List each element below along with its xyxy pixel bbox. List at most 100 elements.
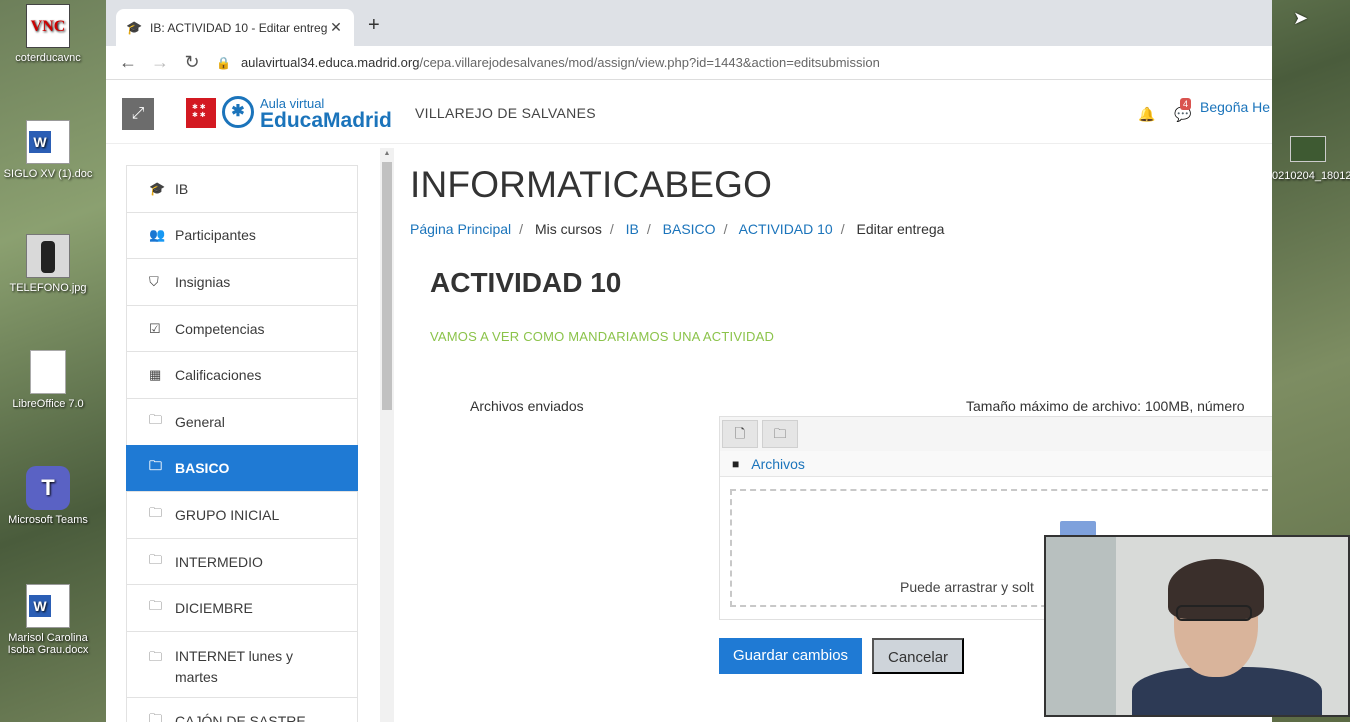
nav-label: IB <box>175 180 189 197</box>
graduation-cap-icon: 🎓 <box>126 19 143 35</box>
desktop-icon-marisol-doc[interactable]: W Marisol Carolina Isoba Grau.docx <box>0 584 96 656</box>
nav-item-participantes[interactable]: 👥 Participantes <box>126 211 358 259</box>
url-field[interactable]: 🔒 aulavirtual34.educa.madrid.org /cepa.v… <box>216 55 880 70</box>
shield-icon: ⛉ <box>149 273 159 289</box>
nav-label: Insignias <box>175 273 231 290</box>
nav-item-competencias[interactable]: ☑ Competencias <box>126 304 358 352</box>
libreoffice-icon <box>30 350 66 394</box>
nav-item-general[interactable]: 🗀 General <box>126 397 358 445</box>
lock-icon: 🔒 <box>216 55 231 70</box>
logo-title[interactable]: EducaMadrid <box>260 109 392 133</box>
nav-item-intermedio[interactable]: 🗀 INTERMEDIO <box>126 537 358 585</box>
folder-icon: 🗀 <box>149 504 163 520</box>
notification-badge: 4 <box>1180 98 1192 110</box>
nav-item-calificaciones[interactable]: ▦ Calificaciones <box>126 351 358 398</box>
bell-icon[interactable]: 🔔 <box>1138 106 1155 123</box>
folder-icon: 🗀 <box>149 411 163 427</box>
nav-label: GRUPO INICIAL <box>175 506 280 523</box>
dropzone-text: Puede arrastrar y solt <box>900 579 1034 595</box>
address-bar: ← → ↻ 🔒 aulavirtual34.educa.madrid.org /… <box>106 46 1272 80</box>
path-archivos-link[interactable]: Archivos <box>751 456 805 472</box>
nav-item-cajon-de-sastre[interactable]: 🗀 CAJÓN DE SASTRE <box>126 696 358 722</box>
save-changes-button[interactable]: Guardar cambios <box>719 638 863 674</box>
desktop-icon-vnc[interactable]: VNC coterducavnc <box>0 4 96 64</box>
cancel-button[interactable]: Cancelar <box>872 638 965 674</box>
nav-label: Calificaciones <box>175 367 262 384</box>
scrollbar-thumb[interactable] <box>382 162 392 410</box>
nav-item-insignias[interactable]: ⛉ Insignias <box>126 258 358 305</box>
comunidad-madrid-logo <box>186 98 216 128</box>
educamadrid-logo-icon: ✱ <box>222 96 254 128</box>
nav-item-internet[interactable]: 🗀 INTERNET lunes y martes <box>126 630 358 697</box>
nav-item-basico[interactable]: 🗀 BASICO <box>126 444 358 492</box>
file-manager-toolbar: 🗋 🗀 <box>720 417 1272 451</box>
word-document-icon: W <box>26 120 70 164</box>
desktop-icon-label: Marisol Carolina Isoba Grau.docx <box>7 632 89 656</box>
nav-label: General <box>175 413 225 430</box>
nav-label: INTERMEDIO <box>175 553 263 570</box>
nav-label: DICIEMBRE <box>175 600 253 617</box>
desktop-icon-telefono[interactable]: TELEFONO.jpg <box>0 234 96 294</box>
breadcrumb-actividad[interactable]: ACTIVIDAD 10 <box>739 221 833 237</box>
forward-icon[interactable]: → <box>144 52 176 73</box>
folder-icon: 🗀 <box>149 648 163 664</box>
image-file-icon <box>26 234 70 278</box>
desktop-icon-teams[interactable]: T Microsoft Teams <box>0 466 96 526</box>
desktop-icon-siglo-doc[interactable]: W SIGLO XV (1).doc <box>0 120 96 180</box>
nav-label: Participantes <box>175 227 256 244</box>
nav-label: CAJÓN DE SASTRE <box>175 712 306 722</box>
breadcrumb: Página Principal / Mis cursos / IB / BASICO… <box>410 221 945 237</box>
course-nav: 🎓 IB 👥 Participantes ⛉ Insignias ☑ Competenc… <box>126 165 358 722</box>
nav-label: INTERNET lunes y martes <box>175 647 293 685</box>
breadcrumb-basico[interactable]: BASICO <box>663 221 716 237</box>
nav-item-ib[interactable]: 🎓 IB <box>126 165 358 212</box>
folder-icon: ■ <box>732 456 740 471</box>
url-path: /cepa.villarejodesalvanes/mod/assign/vie… <box>419 55 880 70</box>
site-name[interactable]: VILLAREJO DE SALVANES <box>415 105 596 121</box>
browser-tab[interactable]: 🎓 IB: ACTIVIDAD 10 - Editar entreg ✕ <box>116 9 354 46</box>
desktop-icon-label: TELEFONO.jpg <box>9 282 87 294</box>
breadcrumb-mis-cursos: Mis cursos <box>534 221 602 237</box>
folder-icon: 🗀 <box>149 551 163 567</box>
activity-description: VAMOS A VER COMO MANDARIAMOS UNA ACTIVID… <box>430 329 775 344</box>
activity-title: ACTIVIDAD 10 <box>430 267 622 298</box>
add-file-icon[interactable]: 🗋 <box>722 420 758 448</box>
url-host: aulavirtual34.educa.madrid.org <box>240 55 420 70</box>
course-title: INFORMATICABEGO <box>410 164 773 205</box>
folder-icon: 🗀 <box>149 710 163 722</box>
breadcrumb-current: Editar entrega <box>856 221 945 237</box>
word-document-icon: W <box>26 584 70 628</box>
create-folder-icon[interactable]: 🗀 <box>762 420 798 448</box>
reload-icon[interactable]: ↻ <box>176 52 208 73</box>
max-size-info: Tamaño máximo de archivo: 100MB, número <box>966 398 1245 414</box>
back-icon[interactable]: ← <box>112 52 144 73</box>
nav-label: Competencias <box>175 320 265 337</box>
desktop-icon-label: coterducavnc <box>15 52 81 64</box>
nav-scrollbar[interactable]: ▲ <box>380 148 394 722</box>
image-thumbnail-icon[interactable] <box>1290 136 1326 162</box>
breadcrumb-home[interactable]: Página Principal <box>410 221 511 237</box>
folder-icon: 🗀 <box>149 458 163 474</box>
nav-item-diciembre[interactable]: 🗀 DICIEMBRE <box>126 584 358 631</box>
nav-item-grupo-inicial[interactable]: 🗀 GRUPO INICIAL <box>126 491 358 538</box>
vnc-icon: VNC <box>26 4 70 48</box>
desktop-icon-label: LibreOffice 7.0 <box>12 398 84 410</box>
desktop-icon-label: 0210204_18012. <box>1272 170 1350 182</box>
breadcrumb-ib[interactable]: IB <box>626 221 639 237</box>
file-path: ■ Archivos <box>720 451 1272 477</box>
files-label: Archivos enviados <box>470 398 584 414</box>
messages-icon[interactable]: 💬 4 <box>1174 98 1191 123</box>
teams-icon: T <box>26 466 70 510</box>
expand-icon[interactable]: ⤢ <box>122 98 154 130</box>
checkbox-icon: ☑ <box>149 320 161 336</box>
user-menu[interactable]: Begoña He <box>1200 99 1270 115</box>
close-icon[interactable]: ✕ <box>328 19 344 36</box>
scroll-up-icon[interactable]: ▲ <box>380 148 394 160</box>
table-icon: ▦ <box>149 367 162 383</box>
tab-title: IB: ACTIVIDAD 10 - Editar entreg <box>150 20 328 35</box>
webcam-overlay <box>1044 535 1350 717</box>
desktop-icon-libreoffice[interactable]: LibreOffice 7.0 <box>0 350 96 410</box>
graduation-cap-icon: 🎓 <box>149 180 166 196</box>
site-header: ⤢ ✱ Aula virtual EducaMadrid VILLAREJO D… <box>106 82 1272 144</box>
new-tab-button[interactable]: + <box>368 14 380 37</box>
